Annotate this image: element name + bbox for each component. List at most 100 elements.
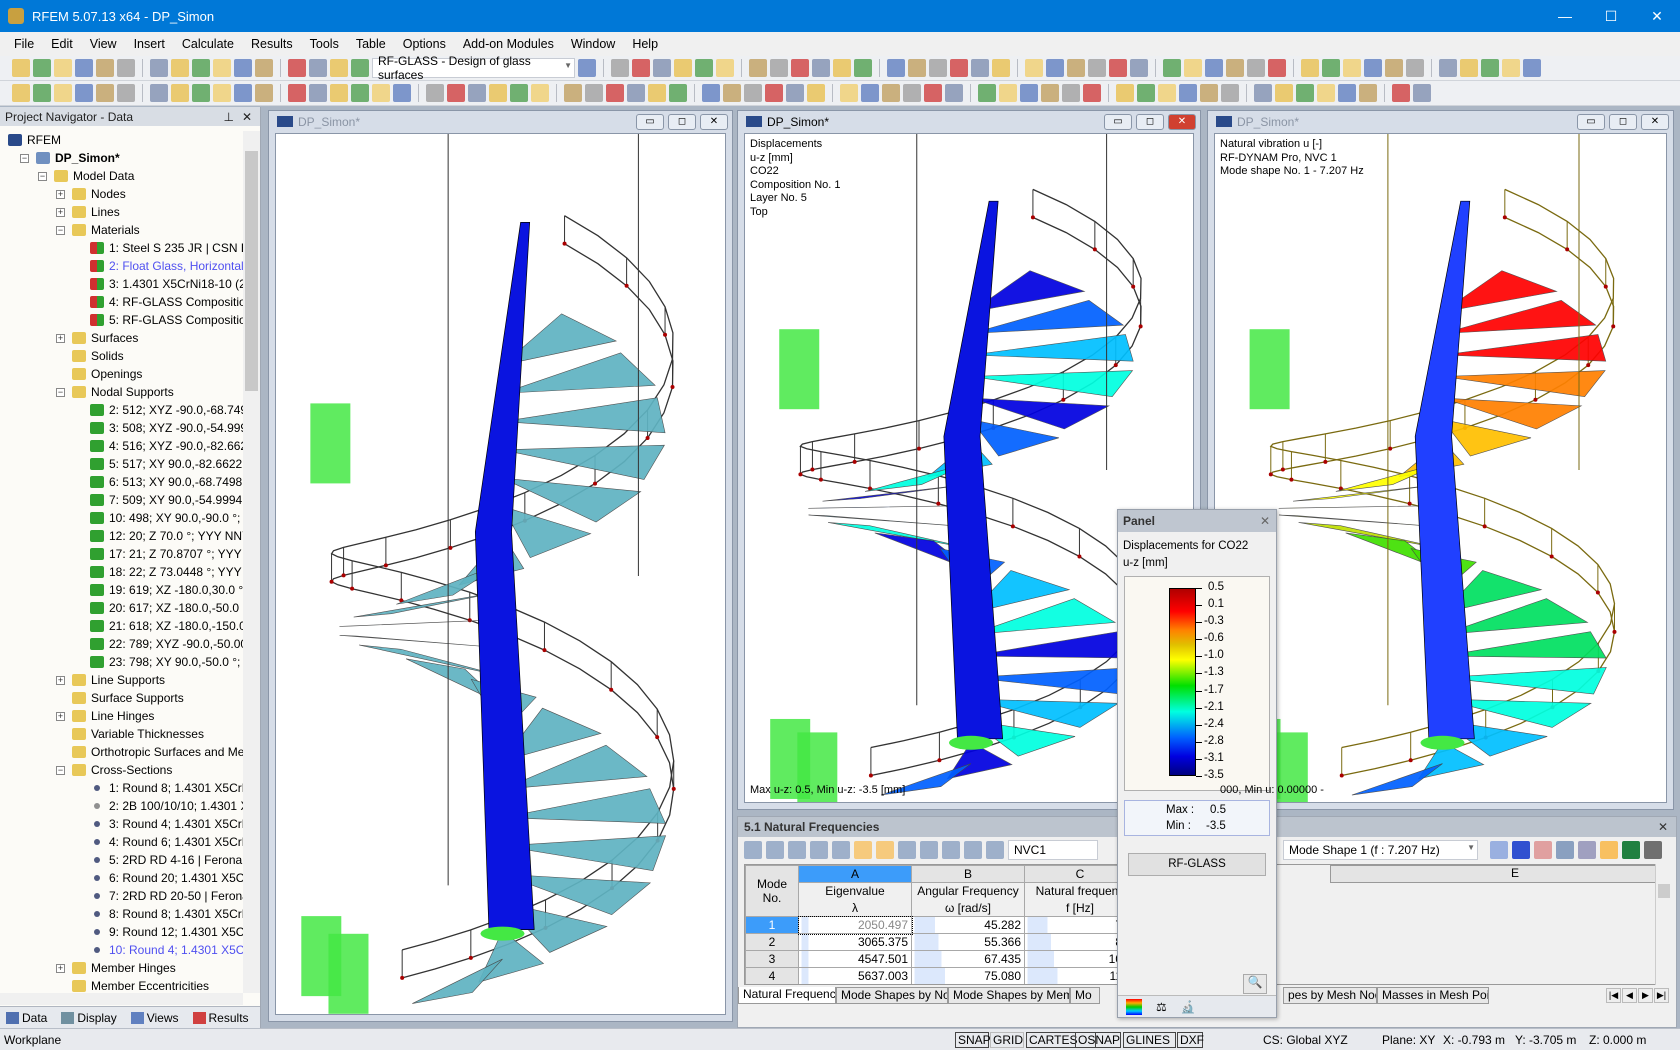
prev-icon[interactable]: [1490, 841, 1508, 859]
tree-item[interactable]: DP_Simon*: [36, 149, 120, 167]
table-tool-icon[interactable]: [744, 841, 762, 859]
menu-file[interactable]: File: [14, 37, 34, 51]
toolbar-tool-icon[interactable]: [117, 84, 135, 102]
toolbar-tool-icon[interactable]: [908, 59, 926, 77]
toolbar-tool-icon[interactable]: [372, 84, 390, 102]
toolbar-tool-icon[interactable]: [564, 84, 582, 102]
menu-insert[interactable]: Insert: [134, 37, 165, 51]
collapse-icon[interactable]: −: [20, 154, 29, 163]
toolbar-tool-icon[interactable]: [393, 84, 411, 102]
toolbar-tool-icon[interactable]: [531, 84, 549, 102]
table-tool-icon[interactable]: [898, 841, 916, 859]
tree-item[interactable]: 2: 512; XYZ -90.0,-68.7498,: [90, 401, 243, 419]
toolbar-tool-icon[interactable]: [75, 84, 93, 102]
toolbar-tool-icon[interactable]: [1460, 59, 1478, 77]
view-minimize-button[interactable]: ▭: [636, 114, 664, 130]
tree-item[interactable]: Cross-Sections: [72, 761, 172, 779]
tree-item[interactable]: 1: Steel S 235 JR | CSN EN: [90, 239, 243, 257]
toolbar-tool-icon[interactable]: [510, 84, 528, 102]
calc-icon[interactable]: [1644, 841, 1662, 859]
color-scale-tab-icon[interactable]: [1126, 998, 1142, 1015]
table-tool-icon[interactable]: [788, 841, 806, 859]
tree-item[interactable]: 7: 2RD RD 20-50 | Ferona -: [90, 887, 243, 905]
toolbar-tool-icon[interactable]: [791, 59, 809, 77]
toolbar-tool-icon[interactable]: [171, 59, 189, 77]
tree-item[interactable]: RFEM: [8, 131, 61, 149]
toolbar-tool-icon[interactable]: [695, 59, 713, 77]
toggle-snap[interactable]: SNAP: [955, 1032, 991, 1048]
tree-item[interactable]: 19: 619; XZ -180.0,30.0 °; Y: [90, 581, 243, 599]
toolbar-tool-icon[interactable]: [833, 59, 851, 77]
toolbar-tool-icon[interactable]: [1200, 84, 1218, 102]
toolbar-tool-icon[interactable]: [1343, 59, 1361, 77]
column-letter-a[interactable]: A: [798, 865, 912, 883]
tree-item[interactable]: 8: Round 8; 1.4301 X5CrNi: [90, 905, 243, 923]
toolbar-tool-icon[interactable]: [807, 84, 825, 102]
toolbar-tool-icon[interactable]: [309, 59, 327, 77]
table-tool-icon[interactable]: [964, 841, 982, 859]
tree-item[interactable]: 9: Round 12; 1.4301 X5CrN: [90, 923, 243, 941]
graph-icon[interactable]: [1534, 841, 1552, 859]
toolbar-tool-icon[interactable]: [1301, 59, 1319, 77]
table-tab[interactable]: Masses in Mesh Points: [1377, 987, 1489, 1004]
tree-item[interactable]: 2: Float Glass, Horizontal (: [90, 257, 243, 275]
toolbar-tool-icon[interactable]: [882, 84, 900, 102]
toolbar-tool-icon[interactable]: [1205, 59, 1223, 77]
toolbar-tool-icon[interactable]: [1247, 59, 1265, 77]
toolbar-tool-icon[interactable]: [744, 84, 762, 102]
toolbar-tool-icon[interactable]: [96, 84, 114, 102]
toolbar-tool-icon[interactable]: [234, 84, 252, 102]
toolbar-tool-icon[interactable]: [611, 59, 629, 77]
tree-item[interactable]: 5: 517; XY 90.0,-82.6622 °;: [90, 455, 243, 473]
display-tab[interactable]: Display: [61, 1011, 117, 1025]
toolbar-tool-icon[interactable]: [1392, 84, 1410, 102]
toolbar-tool-icon[interactable]: [150, 84, 168, 102]
toolbar-tool-icon[interactable]: [854, 59, 872, 77]
table-tab[interactable]: Mode Shapes by Node: [836, 987, 948, 1004]
toolbar-tool-icon[interactable]: [150, 59, 168, 77]
toolbar-tool-icon[interactable]: [12, 84, 30, 102]
toolbar-tool-icon[interactable]: [309, 84, 327, 102]
eig-cell[interactable]: 2050.497: [797, 915, 913, 935]
toolbar-tool-icon[interactable]: [786, 84, 804, 102]
expand-icon[interactable]: +: [56, 190, 65, 199]
table-tool-icon[interactable]: [876, 841, 894, 859]
tree-item[interactable]: Model Data: [54, 167, 134, 185]
toolbar-tool-icon[interactable]: [330, 59, 348, 77]
first-page-icon[interactable]: |◀: [1606, 988, 1621, 1003]
tree-item[interactable]: 6: 513; XY 90.0,-68.7498 °;: [90, 473, 243, 491]
toolbar-tool-icon[interactable]: [627, 84, 645, 102]
toolbar-tool-icon[interactable]: [1364, 59, 1382, 77]
table-tool-icon[interactable]: [832, 841, 850, 859]
tree-item[interactable]: 22: 789; XYZ -90.0,-50.000: [90, 635, 243, 653]
toolbar-tool-icon[interactable]: [669, 84, 687, 102]
table-vscrollbar[interactable]: [1655, 864, 1672, 985]
toggle-glines[interactable]: GLINES: [1123, 1032, 1176, 1048]
toolbar-tool-icon[interactable]: [950, 59, 968, 77]
toolbar-tool-icon[interactable]: [1088, 59, 1106, 77]
toolbar-tool-icon[interactable]: [1439, 59, 1457, 77]
table-tool-icon[interactable]: [854, 841, 872, 859]
tree-item[interactable]: Materials: [72, 221, 140, 239]
toolbar-tool-icon[interactable]: [585, 84, 603, 102]
toolbar-tool-icon[interactable]: [1062, 84, 1080, 102]
toolbar-tool-icon[interactable]: [765, 84, 783, 102]
mode-no-cell[interactable]: 2: [745, 933, 799, 951]
tree-item[interactable]: 18: 22; Z 73.0448 °; YYY NI: [90, 563, 243, 581]
toolbar-tool-icon[interactable]: [1041, 84, 1059, 102]
omega-cell[interactable]: 45.282: [911, 916, 1025, 934]
tree-item[interactable]: Line Supports: [72, 671, 165, 689]
toolbar-tool-icon[interactable]: [447, 84, 465, 102]
tree-item[interactable]: Surface Supports: [72, 689, 184, 707]
view-restore-button[interactable]: ◻: [1136, 114, 1164, 130]
toolbar-tool-icon[interactable]: [1322, 59, 1340, 77]
table-close-icon[interactable]: ✕: [1658, 820, 1668, 834]
eig-cell[interactable]: 3065.375: [798, 933, 912, 951]
toolbar-tool-icon[interactable]: [117, 59, 135, 77]
tree-item[interactable]: 10: Round 4; 1.4301 X5CrN: [90, 941, 243, 959]
toolbar-tool-icon[interactable]: [1046, 59, 1064, 77]
toolbar-tool-icon[interactable]: [426, 84, 444, 102]
expand-icon[interactable]: +: [56, 712, 65, 721]
tree-item[interactable]: 12: 20; Z 70.0 °; YYY NNY: [90, 527, 243, 545]
toolbar-tool-icon[interactable]: [1184, 59, 1202, 77]
